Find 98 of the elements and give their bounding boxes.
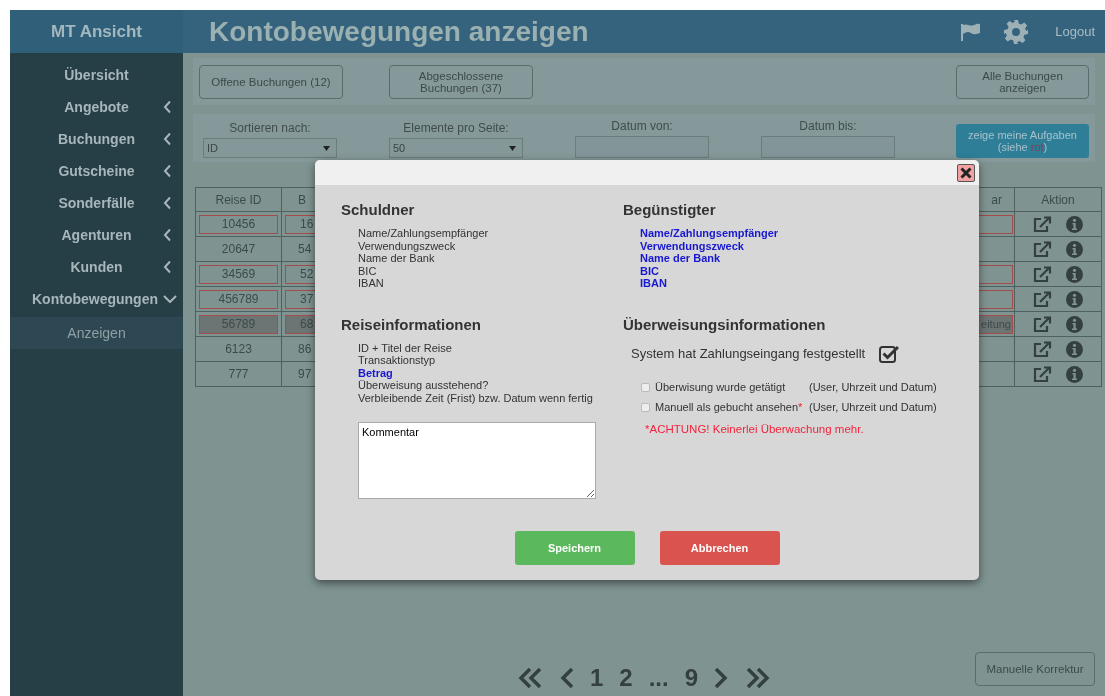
info-icon[interactable] [1066,215,1083,233]
select-field[interactable]: ID [203,138,337,158]
logout-link[interactable]: Logout [1055,24,1095,39]
cancel-button[interactable]: Abbrechen [659,531,780,565]
external-link-icon[interactable] [1033,215,1052,233]
info-line: Name der Bank [640,252,722,265]
all-bookings-button[interactable]: Alle Buchungen anzeigen [956,65,1089,99]
app-title: MT Ansicht [51,21,142,42]
dropdown-arrow-icon [323,145,330,151]
chevron-left-icon [163,196,171,210]
info-icon[interactable] [1066,265,1083,283]
checkbox[interactable] [879,344,900,363]
page-link[interactable]: ... [648,664,669,692]
table-cell: 20647 [196,237,282,262]
info-line: Name/Zahlungsempfänger [640,227,780,240]
sidebar-subitem[interactable]: Anzeigen [10,317,183,349]
checkbox-label: System hat Zahlungseingang festgestellt [631,346,866,361]
open-bookings-button[interactable]: Offene Buchungen (12) [199,65,343,99]
last-page-icon[interactable] [744,667,771,689]
checkbox[interactable] [641,402,650,412]
date-field[interactable] [575,136,709,158]
checkbox-label: Manuell als gebucht ansehen* [655,400,804,413]
select-field[interactable]: 50 [389,138,523,158]
sidebar-item[interactable]: Agenturen [10,219,183,251]
chevron-left-icon [163,100,171,114]
flag-icon[interactable] [961,22,982,41]
filter-label: Datum von: [611,119,673,133]
info-line: IBAN [640,277,668,290]
info-line: BIC [358,264,378,277]
table-cell: 34569 [199,264,278,284]
tasks-button[interactable]: zeige meine Aufgaben (siehe rot) [956,124,1089,158]
external-link-icon[interactable] [1033,240,1052,258]
info-line: ID + Titel der Reise [358,341,453,354]
info-line: Transaktionstyp [358,354,437,367]
page-link[interactable]: 1 [589,664,604,692]
external-link-icon[interactable] [1033,265,1052,283]
info-line: Name/Zahlungsempfänger [358,227,490,240]
info-icon[interactable] [1066,365,1083,383]
info-line: Verbleibende Zeit (Frist) bzw. Datum wenn fertig [358,391,594,404]
chevron-left-icon [163,132,171,146]
external-link-icon[interactable] [1033,340,1052,358]
close-button[interactable] [957,163,975,182]
checkbox-label: Überwisung wurde getätigt [655,380,787,393]
date-field[interactable] [761,136,895,158]
section-heading: Überweisungsinformationen [623,315,827,333]
filter-label: Datum bis: [799,119,857,133]
filter-label: Sortieren nach: [229,121,311,135]
info-line: Verwendungszweck [640,239,745,252]
chevron-left-icon [163,164,171,178]
table-cell: 777 [196,362,282,387]
settings-icon[interactable] [1003,18,1030,45]
sidebar-item[interactable]: Sonderfälle [10,187,183,219]
page-title: Kontobewegungen anzeigen [209,15,589,47]
audit-note: (User, Uhrzeit und Datum) [809,380,938,393]
external-link-icon[interactable] [1033,315,1052,333]
info-line: BIC [640,264,660,277]
save-button[interactable]: Speichern [514,531,635,565]
info-icon[interactable] [1066,340,1083,358]
section-heading: Reiseinformationen [341,315,483,333]
info-icon[interactable] [1066,240,1083,258]
sidebar-item[interactable]: Kontobewegungen [10,283,183,315]
sidebar-item[interactable]: Gutscheine [10,155,183,187]
first-page-icon[interactable] [517,667,544,689]
info-line: Betrag [358,366,393,379]
previous-page-icon[interactable] [559,667,574,689]
column-header: Reise ID [196,187,282,212]
external-link-icon[interactable] [1033,365,1052,383]
audit-note: (User, Uhrzeit und Datum) [809,400,938,413]
chevron-down-icon [163,295,177,303]
page-link[interactable]: 9 [684,664,699,692]
closed-bookings-button[interactable]: Abgeschlossene Buchungen (37) [389,65,533,99]
table-cell: 456789 [199,289,278,309]
info-icon[interactable] [1066,290,1083,308]
manual-correction-button[interactable]: Manuelle Korrektur [975,652,1095,686]
section-heading: Begünstigter [623,201,717,218]
info-line: Verwendungszweck [358,239,457,252]
sidebar-item[interactable]: Buchungen [10,123,183,155]
page-link[interactable]: 2 [619,664,633,692]
checkbox[interactable] [641,382,650,392]
table-cell: 6123 [196,337,282,362]
comment-field[interactable]: Kommentar [358,422,596,499]
sidebar-item[interactable]: Kunden [10,251,183,283]
section-heading: Schuldner [341,201,416,218]
chevron-left-icon [163,260,171,274]
warning-text: *ACHTUNG! Keinerlei Überwachung mehr. [645,422,864,435]
filter-label: Elemente pro Seite: [403,121,509,135]
info-icon[interactable] [1066,315,1083,333]
info-line: Name der Bank [358,252,436,265]
sidebar-item[interactable]: Angebote [10,91,183,123]
chevron-left-icon [163,228,171,242]
sidebar-item[interactable]: Übersicht [10,59,183,91]
dropdown-arrow-icon [509,145,516,151]
table-cell: 10456 [199,214,278,234]
info-line: Überweisung ausstehend? [358,379,490,392]
column-header: Aktion [1015,187,1102,212]
info-line: IBAN [358,277,385,290]
external-link-icon[interactable] [1033,290,1052,308]
next-page-icon[interactable] [714,667,729,689]
